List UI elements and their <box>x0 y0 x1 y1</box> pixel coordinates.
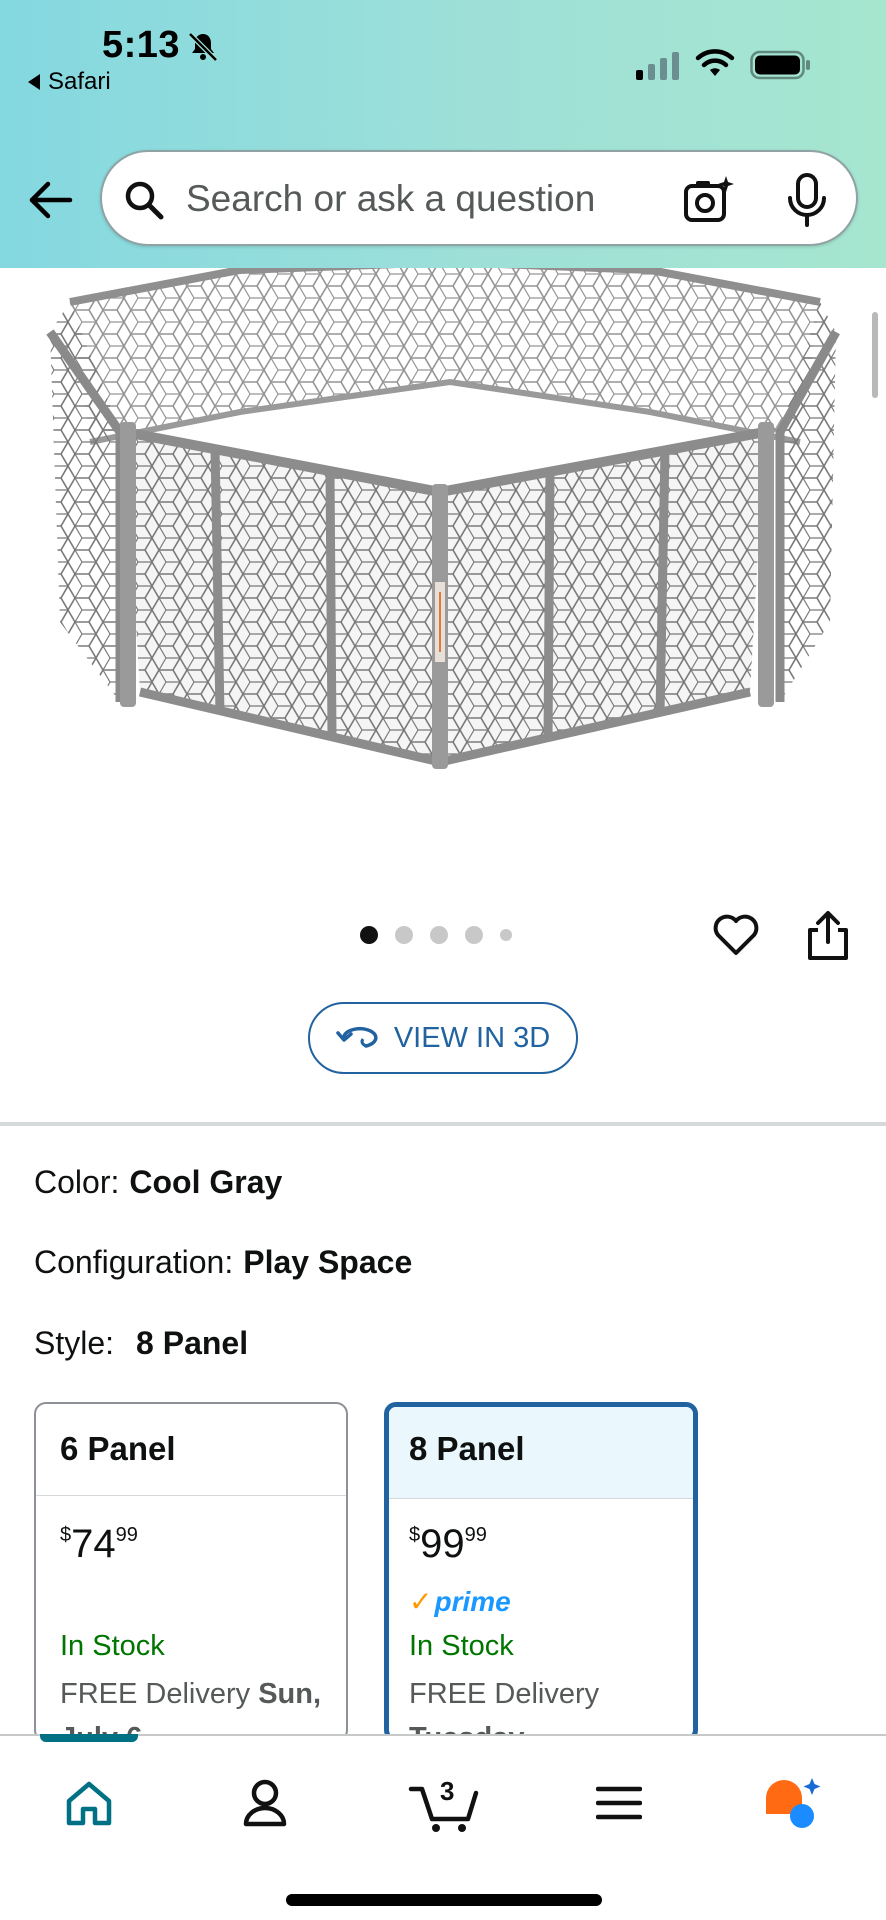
microphone-icon[interactable] <box>784 172 830 228</box>
image-pagination-dots[interactable] <box>360 926 512 944</box>
home-icon <box>66 1781 112 1826</box>
search-input[interactable] <box>186 174 626 224</box>
pagination-dot[interactable] <box>465 926 483 944</box>
style-option-8-panel[interactable]: 8 Panel $9999 ✓ prime In Stock FREE Deliv… <box>384 1402 698 1742</box>
view-in-3d-button[interactable]: VIEW IN 3D <box>308 1002 578 1074</box>
scroll-indicator[interactable] <box>872 312 878 398</box>
prime-check-icon: ✓ <box>409 1586 433 1617</box>
heart-icon[interactable] <box>712 912 760 956</box>
back-app-label: Safari <box>48 68 111 95</box>
color-value: Cool Gray <box>129 1164 283 1200</box>
style-label: Style: <box>34 1325 115 1361</box>
style-attribute: Style: 8 Panel <box>34 1325 248 1362</box>
wifi-icon <box>695 49 735 76</box>
cart-count-badge: 3 <box>440 1776 455 1806</box>
price-fraction: 99 <box>464 1524 487 1546</box>
price-fraction: 99 <box>115 1524 138 1546</box>
delivery-prefix: FREE Delivery <box>409 1678 600 1710</box>
share-icon[interactable] <box>806 910 850 962</box>
color-label: Color: <box>34 1164 120 1200</box>
configuration-attribute: Configuration: Play Space <box>34 1244 412 1281</box>
configuration-value: Play Space <box>243 1244 413 1280</box>
nav-home[interactable] <box>54 1768 124 1838</box>
bottom-nav: 3 <box>0 1734 886 1920</box>
color-attribute: Color: Cool Gray <box>34 1164 282 1201</box>
style-value: 8 Panel <box>136 1325 249 1361</box>
pagination-dot[interactable] <box>500 929 512 941</box>
nav-menu[interactable] <box>584 1768 654 1838</box>
search-bar[interactable] <box>100 150 858 246</box>
price-currency: $ <box>409 1524 421 1546</box>
front-panels <box>120 422 774 769</box>
prime-badge: ✓ prime <box>409 1585 511 1618</box>
prime-label: prime <box>434 1585 511 1617</box>
status-time: 5:13 <box>102 24 181 66</box>
camera-search-icon[interactable] <box>682 174 736 224</box>
hamburger-menu-icon <box>596 1786 642 1820</box>
pagination-dot[interactable] <box>395 926 413 944</box>
price-whole: 99 <box>420 1522 465 1566</box>
nav-cart[interactable]: 3 <box>404 1768 484 1838</box>
style-option-price: $7499 <box>60 1522 138 1567</box>
delivery-prefix: FREE Delivery <box>60 1678 259 1710</box>
battery-icon <box>750 50 810 80</box>
back-panels <box>69 262 821 445</box>
top-header: 5:13 Safari <box>0 0 886 268</box>
price-whole: 74 <box>71 1522 116 1566</box>
price-currency: $ <box>60 1524 72 1546</box>
home-indicator <box>286 1894 602 1906</box>
back-triangle-icon <box>28 74 40 90</box>
rotate-3d-icon <box>336 1026 378 1048</box>
home-active-indicator <box>40 1734 138 1742</box>
delivery-info: FREE Delivery Sun, July 6 <box>60 1672 346 1740</box>
stock-status: In Stock <box>60 1630 165 1662</box>
style-option-name: 6 Panel <box>36 1404 346 1496</box>
style-option-6-panel[interactable]: 6 Panel $7499 In Stock FREE Delivery Sun… <box>34 1402 348 1742</box>
cellular-signal-icon <box>636 50 679 80</box>
pagination-dot[interactable] <box>430 926 448 944</box>
delivery-info: FREE Delivery Tuesday <box>409 1672 693 1737</box>
nav-rufus-assistant[interactable] <box>758 1768 828 1838</box>
account-icon <box>243 1779 287 1827</box>
back-to-safari[interactable]: Safari <box>28 68 111 96</box>
search-icon <box>125 181 164 220</box>
rufus-assistant-icon <box>766 1778 821 1828</box>
product-image[interactable] <box>40 262 846 782</box>
pagination-dot[interactable] <box>360 926 378 944</box>
configuration-label: Configuration: <box>34 1244 234 1280</box>
silent-bell-icon <box>188 32 218 62</box>
nav-account[interactable] <box>230 1768 300 1838</box>
section-divider <box>0 1122 886 1126</box>
back-arrow-icon[interactable] <box>26 176 74 224</box>
style-option-name: 8 Panel <box>389 1407 693 1499</box>
style-option-price: $9999 <box>409 1522 487 1567</box>
view-in-3d-label: VIEW IN 3D <box>393 1021 551 1054</box>
stock-status: In Stock <box>409 1630 514 1662</box>
